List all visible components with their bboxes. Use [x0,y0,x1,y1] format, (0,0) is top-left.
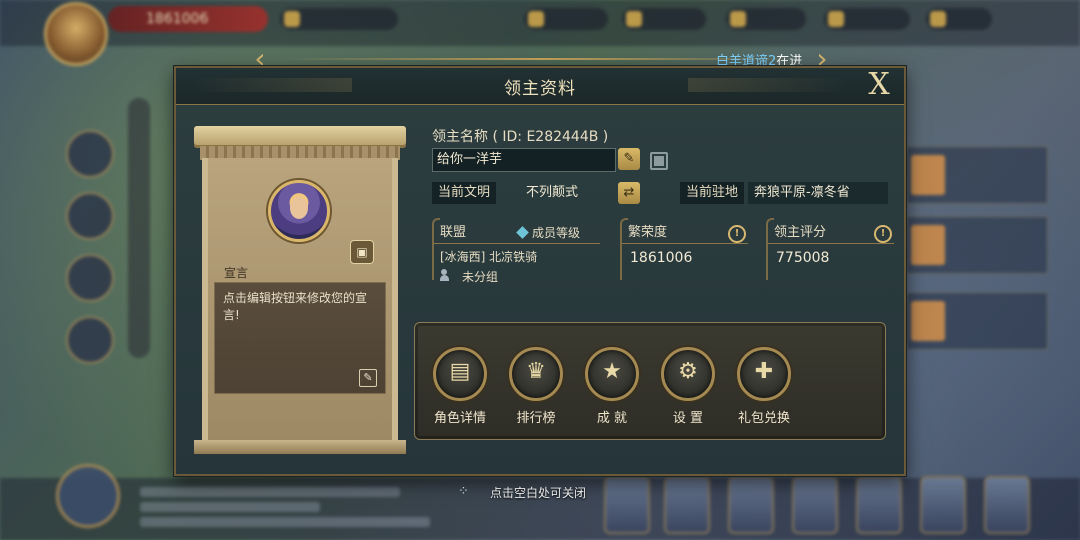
right-queue-card[interactable] [906,146,1048,204]
plaque-base [194,440,406,454]
civilization-value: 不列颠式 [526,185,579,200]
gear-icon: ⚙ [661,347,715,401]
trophy-icon: ♛ [509,347,563,401]
prosperity-info-icon[interactable]: ! [728,225,746,243]
right-queue-card[interactable] [906,292,1048,350]
role-details-label: 角色详情 [433,411,486,426]
group-value: 未分组 [462,270,499,284]
edit-name-icon[interactable]: ✎ [618,148,640,170]
resource-wood[interactable] [622,8,706,30]
lord-name-field: 给你一洋芋 [432,148,616,172]
seat-value: 奔狼平原-凛冬省 [754,185,850,200]
gift-code-label: 礼包兑换 [737,411,790,426]
star-badge-icon: ★ [585,347,639,401]
settings-label: 设 置 [672,411,704,426]
zoom-slider[interactable] [128,98,150,358]
prosperity-stat: 繁荣度 ! 1861006 [620,218,748,286]
change-avatar-icon[interactable]: ▣ [350,240,374,264]
edit-declaration-icon[interactable]: ✎ [359,369,377,387]
alliance-stat[interactable]: 联盟 成员等级 [冰海西] 北凉铁骑 未分组 [432,218,600,286]
tools-button[interactable] [66,254,114,302]
city-button[interactable] [56,464,120,528]
resource-food[interactable] [524,8,608,30]
gift-code-button[interactable]: ✚ 礼包兑换 [731,347,797,431]
declaration-label: 宣言 [224,266,249,280]
hero-slot[interactable] [856,476,902,534]
hero-slot[interactable] [728,476,774,534]
copy-id-icon[interactable] [650,152,668,170]
function-panel: ▤ 角色详情 ♛ 排行榜 ★ 成 就 ⚙ 设 置 ✚ 礼包兑换 [414,322,886,440]
group-icon [440,269,456,281]
time-display [280,8,398,30]
resource-gem[interactable] [926,8,992,30]
leaderboard-label: 排行榜 [516,411,556,426]
hero-slot[interactable] [792,476,838,534]
lord-portrait[interactable] [268,180,330,242]
hero-slot[interactable] [920,476,966,534]
declaration-box: 点击编辑按钮来修改您的宣言! ✎ [214,282,386,394]
score-stat: 领主评分 ! 775008 [766,218,894,286]
hero-slot[interactable] [664,476,710,534]
portrait-face [290,197,308,219]
mail-button[interactable] [66,316,114,364]
hero-slot[interactable] [984,476,1030,534]
level-button[interactable] [66,130,114,178]
settings-button[interactable]: ⚙ 设 置 [655,347,721,431]
tap-icon: ⁘ [458,484,469,499]
dialog-title: 领主资料 [504,79,576,99]
player-avatar[interactable] [44,2,108,66]
civilization-label: 当前文明 [432,182,497,204]
role-details-button[interactable]: ▤ 角色详情 [427,347,493,431]
power-display[interactable]: 1861006 [108,6,268,32]
dialog-header: 领主资料 X [176,68,904,105]
close-button[interactable]: X [864,68,894,102]
resource-iron[interactable] [824,8,910,30]
prosperity-value: 1861006 [630,250,693,266]
cards-icon: ▤ [433,347,487,401]
hero-slot[interactable] [604,476,650,534]
achievements-button[interactable]: ★ 成 就 [579,347,645,431]
score-info-icon[interactable]: ! [874,225,892,243]
plaque-capital [194,126,406,148]
group-row: 未分组 [440,268,498,285]
lord-profile-dialog: 领主资料 X ▣ 宣言 点击编辑按钮来修改您的宣言! ✎ 领主名称 ( ID: … [174,66,906,476]
resource-stone[interactable] [726,8,806,30]
score-value: 775008 [776,250,830,266]
left-side-menu [66,130,122,378]
switch-civilization-icon[interactable]: ⇄ [618,182,640,204]
leaderboard-button[interactable]: ♛ 排行榜 [503,347,569,431]
declaration-text: 点击编辑按钮来修改您的宣言! [223,291,368,322]
gift-icon: ✚ [737,347,791,401]
achievements-label: 成 就 [596,411,628,426]
right-queue-card[interactable] [906,216,1048,274]
close-hint: 点击空白处可关闭 [490,486,587,500]
seat-label: 当前驻地 [680,182,745,204]
lord-name-label: 领主名称 ( ID: E282444B ) [432,129,609,145]
helmet-button[interactable] [66,192,114,240]
alliance-name: [冰海西] 北凉铁骑 [440,250,538,264]
chat-preview[interactable] [140,482,440,532]
member-level-label[interactable]: 成员等级 [532,224,580,241]
